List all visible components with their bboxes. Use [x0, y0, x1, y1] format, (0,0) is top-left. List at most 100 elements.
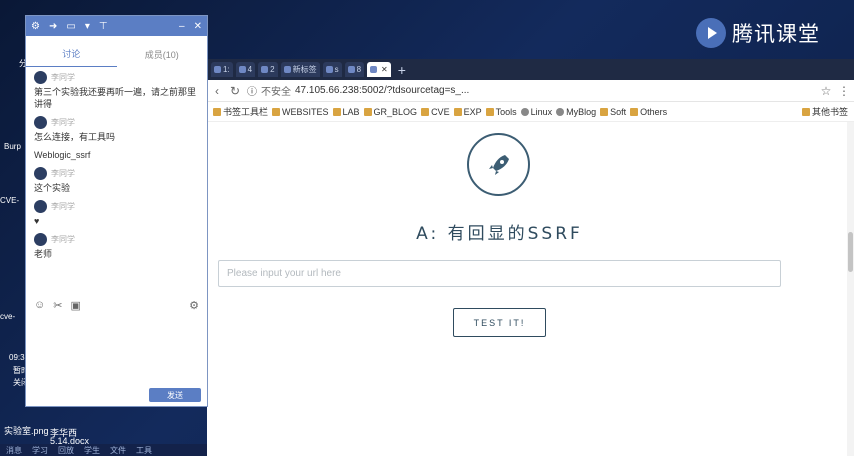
arrow-icon[interactable]: ➜ — [49, 21, 57, 32]
browser-tab[interactable]: 2 — [258, 62, 278, 77]
avatar — [34, 167, 47, 180]
close-icon[interactable]: ✕ — [194, 21, 202, 32]
chat-tabs: 讨论 成员(10) — [26, 36, 207, 67]
url-input[interactable] — [218, 260, 781, 287]
list-item: 李同学 老师 — [34, 233, 199, 260]
pin-icon[interactable]: ⊤ — [99, 21, 108, 32]
bookmark-item[interactable]: MyBlog — [556, 107, 596, 117]
bookmarks-bar: 书签工具栏 WEBSITES LAB GR_BLOG CVE EXP Tools… — [207, 102, 854, 122]
cve-label[interactable]: CVE- — [0, 196, 19, 205]
favicon-icon — [347, 66, 355, 73]
other-bookmarks[interactable]: 其他书签 — [801, 105, 848, 118]
browser-tab[interactable]: 1: — [211, 62, 233, 77]
taskbar-item[interactable]: 工具 — [136, 445, 152, 456]
folder-icon — [453, 107, 462, 116]
folder-icon — [272, 107, 281, 116]
dropdown-icon[interactable]: ▾ — [85, 21, 90, 32]
taskbar-item[interactable]: 学生 — [84, 445, 100, 456]
message-author: 李同学 — [51, 202, 75, 211]
message-text: Weblogic_ssrf — [34, 150, 91, 160]
url-text[interactable]: 47.105.66.238:5002/?tdsourcetag=s_... — [295, 85, 469, 96]
chat-input[interactable] — [34, 319, 200, 369]
test-it-button[interactable]: TEST IT! — [453, 308, 546, 337]
scissors-icon[interactable]: ✂ — [53, 299, 62, 312]
taskbar-item[interactable]: 回放 — [58, 445, 74, 456]
scrollbar[interactable] — [847, 122, 854, 456]
list-item: 李同学 怎么连接，有工具吗 — [34, 116, 199, 143]
chat-titlebar: ⚙ ➜ ▭ ▾ ⊤ – ✕ — [26, 16, 207, 36]
image-icon[interactable]: ▣ — [70, 299, 80, 312]
folder-icon — [801, 107, 810, 116]
message-text: ♥ — [34, 216, 40, 226]
reload-icon[interactable]: ↻ — [229, 84, 241, 98]
browser-tab-active[interactable]: ✕ — [367, 62, 391, 77]
chat-toolbar: ☺ ✂ ▣ ⚙ — [26, 295, 207, 315]
folder-icon — [421, 107, 430, 116]
brand-text: 腾讯课堂 — [732, 22, 820, 46]
globe-icon — [520, 107, 529, 116]
bookmark-item[interactable]: 书签工具栏 — [213, 105, 268, 118]
close-tab-icon[interactable]: ✕ — [381, 65, 388, 74]
info-icon[interactable]: ⓘ — [247, 83, 257, 98]
folder-icon — [600, 107, 609, 116]
send-button[interactable]: 发送 — [149, 388, 201, 402]
page-content: A: 有回显的SSRF TEST IT! — [207, 122, 854, 456]
address-bar[interactable]: ⓘ 不安全 47.105.66.238:5002/?tdsourcetag=s_… — [247, 83, 814, 99]
browser-tabbar: 1: 4 2 新标签 s 8 ✕ + — [207, 59, 854, 80]
new-tab-button[interactable]: + — [398, 62, 406, 78]
message-text: 怎么连接，有工具吗 — [34, 132, 116, 142]
menu-icon[interactable]: ⋮ — [838, 84, 850, 98]
list-item: Weblogic_ssrf — [34, 149, 199, 161]
settings-icon[interactable]: ⚙ — [31, 21, 40, 32]
avatar — [34, 233, 47, 246]
bookmark-item[interactable]: EXP — [453, 107, 482, 117]
taskbar-item[interactable]: 学习 — [32, 445, 48, 456]
tab-members[interactable]: 成员(10) — [117, 48, 208, 67]
back-icon[interactable]: ‹ — [211, 84, 223, 98]
bookmark-item[interactable]: CVE — [421, 107, 450, 117]
message-author: 李同学 — [51, 118, 75, 127]
avatar — [34, 200, 47, 213]
folder-icon — [213, 107, 221, 116]
tab-discussion[interactable]: 讨论 — [26, 47, 117, 67]
bookmark-item[interactable]: Linux — [520, 107, 552, 117]
bookmark-item[interactable]: Tools — [485, 107, 517, 117]
avatar — [34, 116, 47, 129]
scrollbar-thumb[interactable] — [848, 232, 853, 272]
settings-icon[interactable]: ⚙ — [189, 299, 199, 312]
bookmark-item[interactable]: LAB — [332, 107, 360, 117]
chat-panel: ⚙ ➜ ▭ ▾ ⊤ – ✕ 讨论 成员(10) 李同学 第三个实验我还要再听一遍… — [25, 15, 208, 407]
taskbar-item[interactable]: 文件 — [110, 445, 126, 456]
message-author: 李同学 — [51, 169, 75, 178]
folder-icon — [363, 107, 372, 116]
avatar — [34, 71, 47, 84]
minimize-icon[interactable]: – — [179, 21, 185, 32]
folder-icon — [485, 107, 494, 116]
browser-window: 1: 4 2 新标签 s 8 ✕ + ‹ ↻ ⓘ 不安全 47.105.66.2… — [207, 59, 854, 456]
burp-label[interactable]: Burp — [4, 142, 21, 151]
bookmark-item[interactable]: Soft — [600, 107, 626, 117]
taskbar-item[interactable]: 消息 — [6, 445, 22, 456]
bookmark-item[interactable]: Others — [630, 107, 667, 117]
bookmark-item[interactable]: WEBSITES — [272, 107, 329, 117]
browser-tab[interactable]: 4 — [235, 62, 256, 77]
list-item: 李同学 第三个实验我还要再听一遍，请之前那里讲得 — [34, 71, 199, 110]
browser-tab[interactable]: 8 — [344, 62, 365, 77]
message-author: 李同学 — [51, 235, 75, 244]
cve-file-label[interactable]: cve- — [0, 312, 15, 321]
list-item: 李同学 ♥ — [34, 200, 199, 227]
favicon-icon — [238, 66, 246, 73]
browser-tab[interactable]: 新标签 — [280, 62, 320, 77]
desktop-file-png[interactable]: 实验室.png — [4, 424, 49, 437]
bookmark-item[interactable]: GR_BLOG — [363, 107, 417, 117]
message-list: 李同学 第三个实验我还要再听一遍，请之前那里讲得 李同学 怎么连接，有工具吗 W… — [26, 67, 207, 295]
star-icon[interactable]: ☆ — [820, 84, 832, 98]
favicon-icon — [325, 66, 333, 73]
browser-toolbar: ‹ ↻ ⓘ 不安全 47.105.66.238:5002/?tdsourceta… — [207, 80, 854, 102]
list-item: 李同学 这个实验 — [34, 167, 199, 194]
page-title: A: 有回显的SSRF — [416, 224, 583, 244]
window-icon[interactable]: ▭ — [66, 21, 75, 32]
message-text: 老师 — [34, 249, 53, 259]
emoji-icon[interactable]: ☺ — [34, 299, 45, 311]
browser-tab[interactable]: s — [322, 62, 342, 77]
